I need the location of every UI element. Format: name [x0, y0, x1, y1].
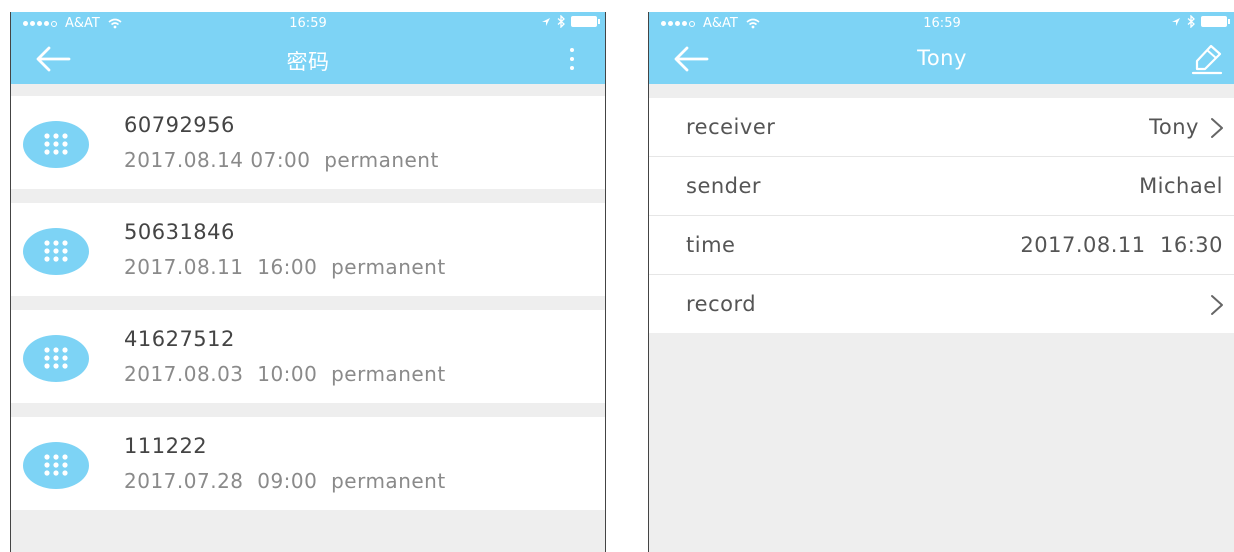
carrier-label: A&AT	[65, 16, 100, 31]
record-label: record	[686, 292, 757, 316]
password-code: 60792956	[124, 113, 235, 137]
password-meta: 2017.08.11 16:00 permanent	[124, 255, 446, 279]
password-item[interactable]: 60792956 2017.08.14 07:00 permanent	[11, 96, 605, 189]
password-item[interactable]: 111222 2017.07.28 09:00 permanent	[11, 417, 605, 510]
wifi-icon	[108, 18, 122, 29]
more-vertical-icon[interactable]	[567, 48, 577, 72]
edit-icon[interactable]	[1189, 42, 1225, 76]
password-meta: 2017.08.03 10:00 permanent	[124, 362, 446, 386]
status-time: 16:59	[289, 16, 327, 31]
password-code: 111222	[124, 434, 208, 458]
chevron-right-icon	[1211, 118, 1223, 138]
password-list: 60792956 2017.08.14 07:00 permanent 5063…	[11, 96, 605, 510]
sender-row: sender Michael	[649, 157, 1234, 216]
detail-card: receiver Tony sender Michael time 2017.0…	[649, 98, 1234, 333]
receiver-label: receiver	[686, 115, 776, 139]
signal-strength-icon	[23, 20, 57, 27]
location-icon	[1172, 17, 1180, 26]
battery-icon	[571, 16, 600, 27]
password-meta: 2017.07.28 09:00 permanent	[124, 469, 446, 493]
sender-value: Michael	[1139, 174, 1223, 198]
keypad-icon	[23, 335, 89, 382]
location-icon	[542, 17, 550, 26]
chevron-right-icon	[1211, 295, 1223, 315]
keypad-icon	[23, 228, 89, 275]
receiver-row[interactable]: receiver Tony	[649, 98, 1234, 157]
keypad-icon	[23, 442, 89, 489]
status-bar: A&AT 16:59	[649, 12, 1234, 34]
page-title: 密码	[286, 50, 330, 74]
password-list-screen: A&AT 16:59 密码 60792956 2017.08.14 07:00 …	[10, 12, 606, 552]
time-row: time 2017.08.11 16:30	[649, 216, 1234, 275]
password-code: 41627512	[124, 327, 235, 351]
status-time: 16:59	[923, 16, 961, 31]
page-title: Tony	[917, 46, 967, 70]
signal-strength-icon	[661, 20, 695, 27]
password-item[interactable]: 41627512 2017.08.03 10:00 permanent	[11, 310, 605, 403]
receiver-value: Tony	[1149, 115, 1199, 139]
wifi-icon	[746, 18, 760, 29]
nav-bar: Tony	[649, 34, 1234, 84]
time-value: 2017.08.11 16:30	[1020, 233, 1223, 257]
password-meta: 2017.08.14 07:00 permanent	[124, 148, 439, 172]
keypad-icon	[23, 121, 89, 168]
time-label: time	[686, 233, 736, 257]
nav-bar: 密码	[11, 34, 605, 84]
bluetooth-icon	[1187, 15, 1195, 28]
password-detail-screen: A&AT 16:59 Tony receiver Tony sender Mic…	[648, 12, 1234, 552]
password-code: 50631846	[124, 220, 235, 244]
status-bar: A&AT 16:59	[11, 12, 605, 34]
record-row[interactable]: record	[649, 275, 1234, 333]
battery-icon	[1201, 16, 1230, 27]
sender-label: sender	[686, 174, 762, 198]
bluetooth-icon	[557, 15, 565, 28]
password-item[interactable]: 50631846 2017.08.11 16:00 permanent	[11, 203, 605, 296]
carrier-label: A&AT	[703, 16, 738, 31]
